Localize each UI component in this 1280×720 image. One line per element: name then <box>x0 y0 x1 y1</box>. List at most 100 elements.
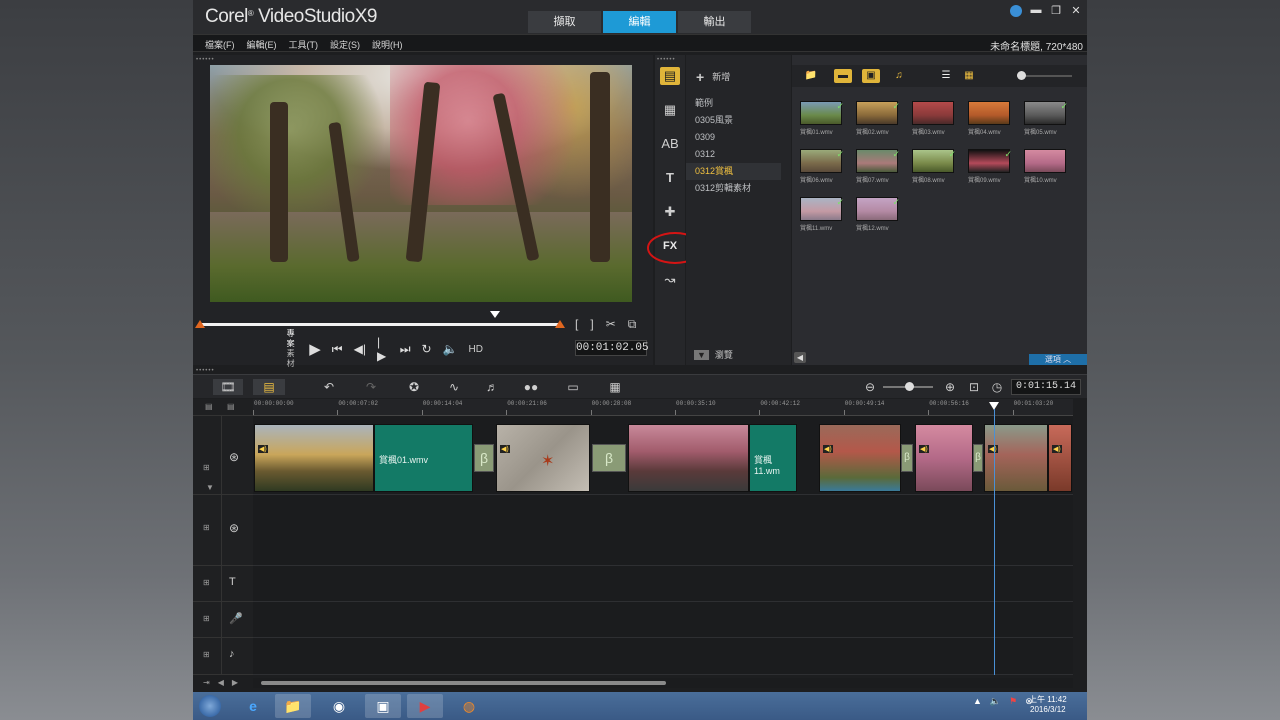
video-clip[interactable] <box>628 424 749 492</box>
library-thumbnail[interactable]: 賞楓06.wmv ✓ <box>800 149 844 189</box>
all-tracks-icon[interactable]: ▤ <box>205 402 213 411</box>
folder-item-selected[interactable]: 0312賞楓 <box>686 163 781 180</box>
show-photo-icon[interactable]: ▣ <box>862 69 880 83</box>
storyboard-view-icon[interactable]: ▤ <box>253 379 285 395</box>
library-thumbnail[interactable]: 賞楓12.wmv ✓ <box>856 197 900 237</box>
library-thumbnail[interactable]: 賞楓07.wmv ✓ <box>856 149 900 189</box>
remote-desktop-icon[interactable]: ▣ <box>365 694 401 718</box>
library-thumbnail[interactable]: 賞楓08.wmv ✓ <box>912 149 956 189</box>
volume-icon[interactable]: 🔈 <box>443 342 458 356</box>
play-mode-toggle[interactable]: 專案 素材 <box>283 329 298 369</box>
thumb-size-slider[interactable] <box>1017 71 1072 80</box>
folder-item[interactable]: 0309 <box>686 129 791 146</box>
trim-end-handle[interactable] <box>555 320 565 328</box>
track-toggle-icon[interactable]: ⊞ <box>203 614 210 623</box>
video-clip[interactable]: 賞楓11.wm <box>749 424 797 492</box>
transition-block[interactable]: β <box>901 444 913 472</box>
library-thumbnail[interactable]: 賞楓05.wmv ✓ <box>1024 101 1068 141</box>
sound-mixer-icon[interactable]: ∿ <box>445 379 463 395</box>
menu-edit[interactable]: 編輯(E) <box>247 38 277 51</box>
auto-music-icon[interactable]: ♬ <box>483 379 501 395</box>
firefox-icon[interactable]: ◍ <box>451 694 487 718</box>
duration-clock-icon[interactable]: ◷ <box>990 379 1004 395</box>
collapse-library-icon[interactable]: ◀ <box>794 352 806 363</box>
panel-grip[interactable]: •••••• <box>196 57 215 63</box>
globe-icon[interactable] <box>1009 4 1023 20</box>
video-clip[interactable]: ◀) <box>1048 424 1072 492</box>
motion-tracking-icon[interactable]: ●● <box>521 379 541 395</box>
ie-icon[interactable]: e <box>235 694 271 718</box>
track-toggle-icon[interactable]: ⊞ <box>203 650 210 659</box>
expand-icon[interactable]: ▼ <box>206 483 214 492</box>
menu-help[interactable]: 說明(H) <box>372 38 403 51</box>
folder-item[interactable]: 範例 <box>686 95 791 112</box>
track-toggle-icon[interactable]: ⊞ <box>203 578 210 587</box>
transition-block[interactable]: β <box>973 444 983 472</box>
enlarge-icon[interactable]: ⧉ <box>628 317 637 332</box>
tab-share[interactable]: 輸出 <box>678 11 751 33</box>
subtitle-editor-icon[interactable]: ▭ <box>563 379 583 395</box>
title-icon[interactable]: T <box>660 169 680 187</box>
timeline-vertical-scrollbar[interactable] <box>1073 416 1087 675</box>
menu-settings[interactable]: 設定(S) <box>330 38 360 51</box>
restore-icon[interactable]: ❐ <box>1049 4 1063 20</box>
instant-project-icon[interactable]: ▦ <box>660 101 680 119</box>
speaker-icon[interactable]: 🔈 <box>990 696 1001 707</box>
flag-icon[interactable]: ⚑ <box>1009 696 1017 707</box>
video-clip[interactable]: ◀) ✶ <box>496 424 590 492</box>
library-thumbnail[interactable]: 賞楓02.wmv ✓ <box>856 101 900 141</box>
home-icon[interactable]: ⏮ <box>332 342 343 357</box>
scrub-bar[interactable] <box>195 320 565 328</box>
video-clip[interactable]: ◀) <box>915 424 973 492</box>
video-clip[interactable]: 賞楓01.wmv <box>374 424 473 492</box>
thumb-view-icon[interactable]: ▦ <box>960 69 978 83</box>
title-track[interactable] <box>253 566 1073 602</box>
hd-toggle[interactable]: HD <box>469 344 483 355</box>
graphic-icon[interactable]: ✚ <box>660 203 680 221</box>
add-folder-button[interactable]: + 新增 <box>696 69 730 85</box>
folder-item[interactable]: 0305風景 <box>686 112 791 129</box>
explorer-icon[interactable]: 📁 <box>275 694 311 718</box>
menu-tools[interactable]: 工具(T) <box>289 38 319 51</box>
timeline-ruler[interactable]: 00:00:00:00 00:00:07:02 00:00:14:04 00:00:2… <box>253 399 1073 416</box>
video-clip[interactable]: ◀) <box>819 424 901 492</box>
voice-track[interactable] <box>253 602 1073 638</box>
folder-item[interactable]: 0312 <box>686 146 791 163</box>
track-toggle-icon[interactable]: ⊞ <box>203 463 210 472</box>
show-video-icon[interactable]: ▬ <box>834 69 852 83</box>
zoom-out-icon[interactable]: ⊖ <box>863 379 877 395</box>
options-button[interactable]: 選項 ︿ <box>1029 354 1087 365</box>
folder-icon[interactable]: 📁 <box>802 69 820 83</box>
undo-icon[interactable]: ↶ <box>321 379 337 395</box>
next-frame-icon[interactable]: |▶ <box>377 335 389 363</box>
play-icon[interactable]: ▶ <box>309 340 321 358</box>
transition-block[interactable]: β <box>474 444 494 472</box>
zoom-in-icon[interactable]: ⊕ <box>943 379 957 395</box>
library-thumbnail[interactable]: 賞楓09.wmv ✓ <box>968 149 1012 189</box>
fit-project-icon[interactable]: ⊡ <box>967 379 981 395</box>
timeline-timecode[interactable]: 0:01:15.14 <box>1011 379 1081 395</box>
preview-playhead[interactable] <box>490 311 500 318</box>
menu-file[interactable]: 檔案(F) <box>205 38 235 51</box>
start-button[interactable] <box>199 695 221 717</box>
music-track[interactable] <box>253 638 1073 675</box>
mark-out-icon[interactable]: ] <box>590 317 593 332</box>
record-capture-icon[interactable]: ✪ <box>405 379 423 395</box>
prev-frame-icon[interactable]: ◀| <box>354 342 366 356</box>
close-icon[interactable]: ✕ <box>1069 4 1083 20</box>
library-thumbnail[interactable]: 賞楓11.wmv ✓ <box>800 197 844 237</box>
video-clip[interactable]: ◀) <box>254 424 374 492</box>
scroll-end-icon[interactable]: ⇥ <box>203 678 210 687</box>
mark-in-icon[interactable]: [ <box>575 317 578 332</box>
zoom-slider[interactable] <box>883 382 933 391</box>
library-thumbnail[interactable]: 賞楓04.wmv <box>968 101 1012 141</box>
tray-arrow-icon[interactable]: ▲ <box>973 696 982 707</box>
preview-timecode[interactable]: 00:01:02.05 <box>575 340 649 356</box>
list-view-icon[interactable]: ☰ <box>937 69 955 83</box>
minimize-icon[interactable]: ▬ <box>1029 4 1043 20</box>
tab-edit[interactable]: 編輯 <box>603 11 676 33</box>
library-thumbnail[interactable]: 賞楓10.wmv <box>1024 149 1068 189</box>
tab-capture[interactable]: 擷取 <box>528 11 601 33</box>
system-clock[interactable]: 上午 11:42 2016/3/12 <box>1029 695 1067 715</box>
track-toggle-icon[interactable]: ⊞ <box>203 523 210 532</box>
